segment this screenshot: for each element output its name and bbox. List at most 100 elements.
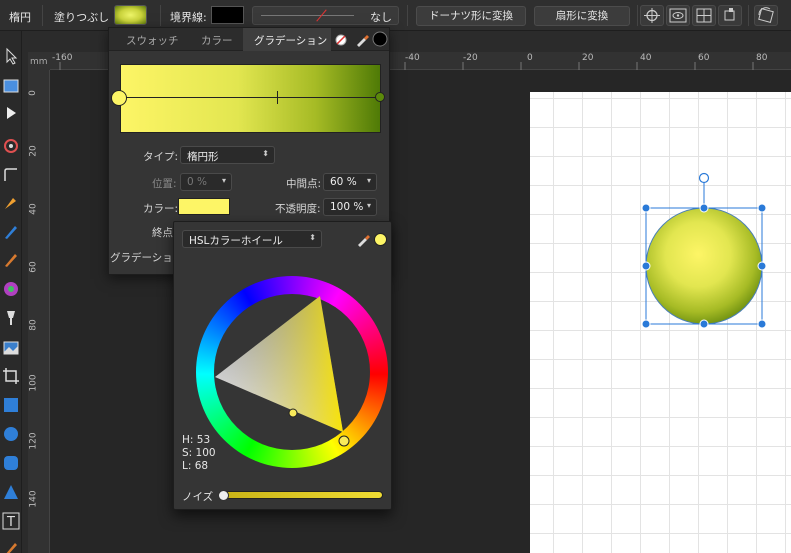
toolbar-divider [42,5,43,26]
eyedropper-icon[interactable] [355,230,371,248]
ruler-tick-label: 140 [28,490,39,508]
ruler-tick-label: 120 [28,432,39,450]
selection-handle[interactable] [757,261,767,271]
transform-origin-icon[interactable] [692,5,716,26]
stroke-swatch-button[interactable] [211,6,244,24]
eyedropper-icon[interactable] [354,32,370,48]
selection-handle[interactable] [699,203,709,213]
ruler-tick-label: 80 [756,53,768,63]
ruler-tick-label: 20 [582,53,594,63]
gradient-midpoint-marker[interactable] [277,91,278,104]
convert-to-donut-button[interactable]: ドーナツ形に変換 [416,6,526,26]
selection-handle[interactable] [757,319,767,329]
stop-color-swatch[interactable] [178,198,230,215]
midpoint-field[interactable]: 60 % ▾ [323,173,377,191]
convert-to-pie-button[interactable]: 扇形に変換 [534,6,630,26]
toolbar-divider [407,5,408,26]
transparency-tool-icon[interactable] [1,308,21,328]
chevron-down-icon: ▾ [221,176,226,185]
selection-handle[interactable] [641,319,651,329]
brush-tool-icon[interactable] [1,250,21,270]
chevron-updown-icon: ⬍ [262,149,269,158]
selection-handle[interactable] [641,261,651,271]
stroke-width-value: なし [370,11,392,24]
ruler-tick-label: -20 [463,53,478,63]
snapping-icon[interactable] [640,5,664,26]
opacity-label: 不透明度: [275,203,321,215]
vector-brush-tool-icon[interactable] [1,539,21,553]
corner-tool-icon[interactable] [1,165,21,185]
place-image-tool-icon[interactable] [1,338,21,358]
hue-picker-handle[interactable] [338,435,350,447]
position-label: 位置: [152,178,177,190]
ruler-tick-label: 80 [28,319,39,331]
contour-tool-icon[interactable] [1,136,21,156]
ruler-tick-label: 40 [28,203,39,215]
ruler-tick-label: 0 [527,53,533,63]
noise-slider-handle[interactable] [218,490,229,501]
move-tool-icon[interactable] [1,46,21,66]
gradient-preview-bar[interactable] [120,64,381,133]
stroke-color-indicator[interactable] [372,31,388,47]
hsl-color-wheel[interactable] [192,274,392,474]
ellipse-tool-icon[interactable] [1,424,21,444]
ruler-tick-label: 0 [27,90,38,96]
crop-tool-icon[interactable] [1,366,21,386]
color-mode-select[interactable]: HSLカラーホイール ⬍ [182,230,322,248]
triangle-tool-icon[interactable] [1,482,21,502]
fill-swatch-button[interactable] [114,5,147,25]
rounded-rectangle-tool-icon[interactable] [1,453,21,473]
rotate-icon[interactable] [754,5,778,26]
tab-swatches[interactable]: スウォッチ [126,33,179,48]
ruler-tick-label: 60 [28,261,39,273]
rotation-handle[interactable] [698,172,710,184]
ruler-tick-label: 20 [28,145,39,157]
midpoint-value: 60 % [330,176,357,188]
selection-handle[interactable] [641,203,651,213]
chevron-down-icon: ▾ [366,176,371,185]
no-fill-icon[interactable] [335,34,347,46]
align-icon[interactable] [718,5,742,26]
pencil-tool-icon[interactable] [1,222,21,242]
midpoint-label: 中間点: [286,178,322,190]
gradient-end-stop[interactable] [375,92,385,102]
text-tool-icon[interactable]: T [1,511,21,531]
ruler-tick-label: 40 [640,53,652,63]
ruler-tick-label: 100 [28,374,39,392]
stroke-label: 境界線: [170,11,207,24]
ruler-tick-label: 60 [698,53,710,63]
fill-tool-icon[interactable] [1,279,21,299]
ellipse-shape[interactable] [645,207,763,325]
color-picker-handle[interactable] [288,408,298,418]
chevron-down-icon: ▾ [366,201,371,210]
slider-track [261,15,354,16]
rectangle-tool-icon[interactable] [1,395,21,415]
ruler-unit: mm [28,52,50,70]
noise-slider[interactable] [221,491,383,499]
tab-gradient[interactable]: グラデーション [254,33,327,48]
tools-panel: T [0,31,22,553]
saturation-value: S: 100 [182,447,216,459]
stroke-width-slider[interactable]: なし [252,6,399,25]
tab-color[interactable]: カラー [201,33,233,48]
artboard-tool-icon[interactable] [1,76,21,96]
color-label: カラー: [143,203,179,215]
gradient-start-stop[interactable] [111,90,127,106]
svg-text:T: T [6,515,15,530]
pen-tool-icon[interactable] [1,193,21,213]
view-icon[interactable] [666,5,690,26]
color-mode-value: HSLカラーホイール [189,235,283,247]
lightness-value: L: 68 [182,460,209,472]
type-select-value: 楕円形 [187,151,219,163]
selection-handle[interactable] [699,319,709,329]
opacity-field[interactable]: 100 % ▾ [323,198,377,216]
selection-handle[interactable] [757,203,767,213]
position-field[interactable]: 0 % ▾ [180,173,232,191]
type-select[interactable]: 楕円形 ⬍ [180,146,275,164]
ruler-vertical: 0 20 40 60 80 100 120 140 [28,70,50,553]
toolbar-divider [748,5,749,26]
type-label: タイプ: [143,151,179,163]
node-tool-icon[interactable] [1,103,21,123]
gradient-stop-track [120,97,379,98]
current-color-indicator[interactable] [374,233,387,246]
